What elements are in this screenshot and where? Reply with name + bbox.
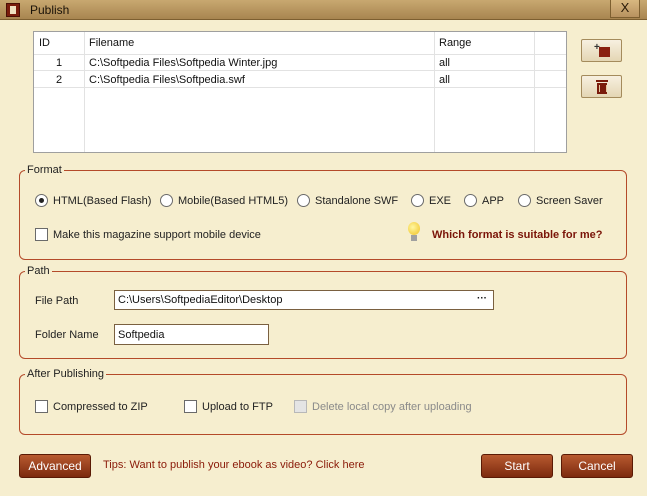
file-table[interactable]: ID Filename Range 1 C:\Softpedia Files\S… xyxy=(33,31,567,153)
path-group-title: Path xyxy=(25,265,52,277)
mobile-support-checkbox[interactable]: Make this magazine support mobile device xyxy=(35,228,261,241)
path-group: Path xyxy=(19,265,627,359)
radio-icon[interactable] xyxy=(464,194,477,207)
delete-file-button[interactable] xyxy=(581,75,622,98)
table-column-divider xyxy=(534,32,535,152)
format-option-html-flash[interactable]: HTML(Based Flash) xyxy=(35,194,151,207)
format-group-title: Format xyxy=(25,164,64,176)
browse-button[interactable]: ··· xyxy=(477,293,487,304)
table-row-divider xyxy=(34,87,566,88)
format-group: Format xyxy=(19,164,627,260)
folder-name-input[interactable]: Softpedia xyxy=(114,324,269,345)
table-row-divider xyxy=(34,70,566,71)
add-file-button[interactable]: + xyxy=(581,39,622,62)
format-option-screen-saver[interactable]: Screen Saver xyxy=(518,194,603,207)
table-row-id[interactable]: 2 xyxy=(56,74,62,86)
table-row-divider xyxy=(34,54,566,55)
checkbox-disabled-icon xyxy=(294,400,307,413)
title-bar: Publish X xyxy=(0,0,647,20)
lightbulb-icon xyxy=(406,222,422,244)
format-option-mobile-html5[interactable]: Mobile(Based HTML5) xyxy=(160,194,288,207)
checkbox-icon[interactable] xyxy=(35,228,48,241)
file-path-input[interactable]: C:\Users\SoftpediaEditor\Desktop ··· xyxy=(114,290,494,310)
radio-icon[interactable] xyxy=(297,194,310,207)
table-column-divider xyxy=(84,32,85,152)
delete-local-copy-checkbox: Delete local copy after uploading xyxy=(294,400,472,413)
column-header-filename[interactable]: Filename xyxy=(89,37,134,49)
add-file-icon: + xyxy=(594,42,610,57)
file-path-value: C:\Users\SoftpediaEditor\Desktop xyxy=(118,294,283,306)
table-row-range[interactable]: all xyxy=(439,74,450,86)
close-button[interactable]: X xyxy=(610,0,640,18)
checkbox-icon[interactable] xyxy=(184,400,197,413)
window-title: Publish xyxy=(30,3,70,17)
table-row-id[interactable]: 1 xyxy=(56,57,62,69)
cancel-button[interactable]: Cancel xyxy=(561,454,633,478)
format-option-app[interactable]: APP xyxy=(464,194,504,207)
table-row-filename[interactable]: C:\Softpedia Files\Softpedia.swf xyxy=(89,74,245,86)
column-header-id[interactable]: ID xyxy=(39,37,50,49)
radio-icon[interactable] xyxy=(518,194,531,207)
app-book-icon xyxy=(6,3,20,17)
format-option-exe[interactable]: EXE xyxy=(411,194,451,207)
folder-name-value: Softpedia xyxy=(118,328,165,341)
radio-icon[interactable] xyxy=(411,194,424,207)
folder-name-label: Folder Name xyxy=(35,329,99,341)
radio-icon[interactable] xyxy=(160,194,173,207)
upload-ftp-checkbox[interactable]: Upload to FTP xyxy=(184,400,273,413)
file-path-label: File Path xyxy=(35,295,79,307)
tips-link[interactable]: Tips: Want to publish your ebook as vide… xyxy=(103,459,364,471)
table-row-range[interactable]: all xyxy=(439,57,450,69)
compressed-zip-checkbox[interactable]: Compressed to ZIP xyxy=(35,400,148,413)
format-option-standalone-swf[interactable]: Standalone SWF xyxy=(297,194,398,207)
table-row-filename[interactable]: C:\Softpedia Files\Softpedia Winter.jpg xyxy=(89,57,277,69)
checkbox-icon[interactable] xyxy=(35,400,48,413)
after-publishing-group-title: After Publishing xyxy=(25,368,107,380)
format-help-link[interactable]: Which format is suitable for me? xyxy=(432,229,603,241)
advanced-button[interactable]: Advanced xyxy=(19,454,91,478)
trash-icon xyxy=(596,80,608,94)
radio-checked-icon[interactable] xyxy=(35,194,48,207)
table-column-divider xyxy=(434,32,435,152)
start-button[interactable]: Start xyxy=(481,454,553,478)
column-header-range[interactable]: Range xyxy=(439,37,471,49)
